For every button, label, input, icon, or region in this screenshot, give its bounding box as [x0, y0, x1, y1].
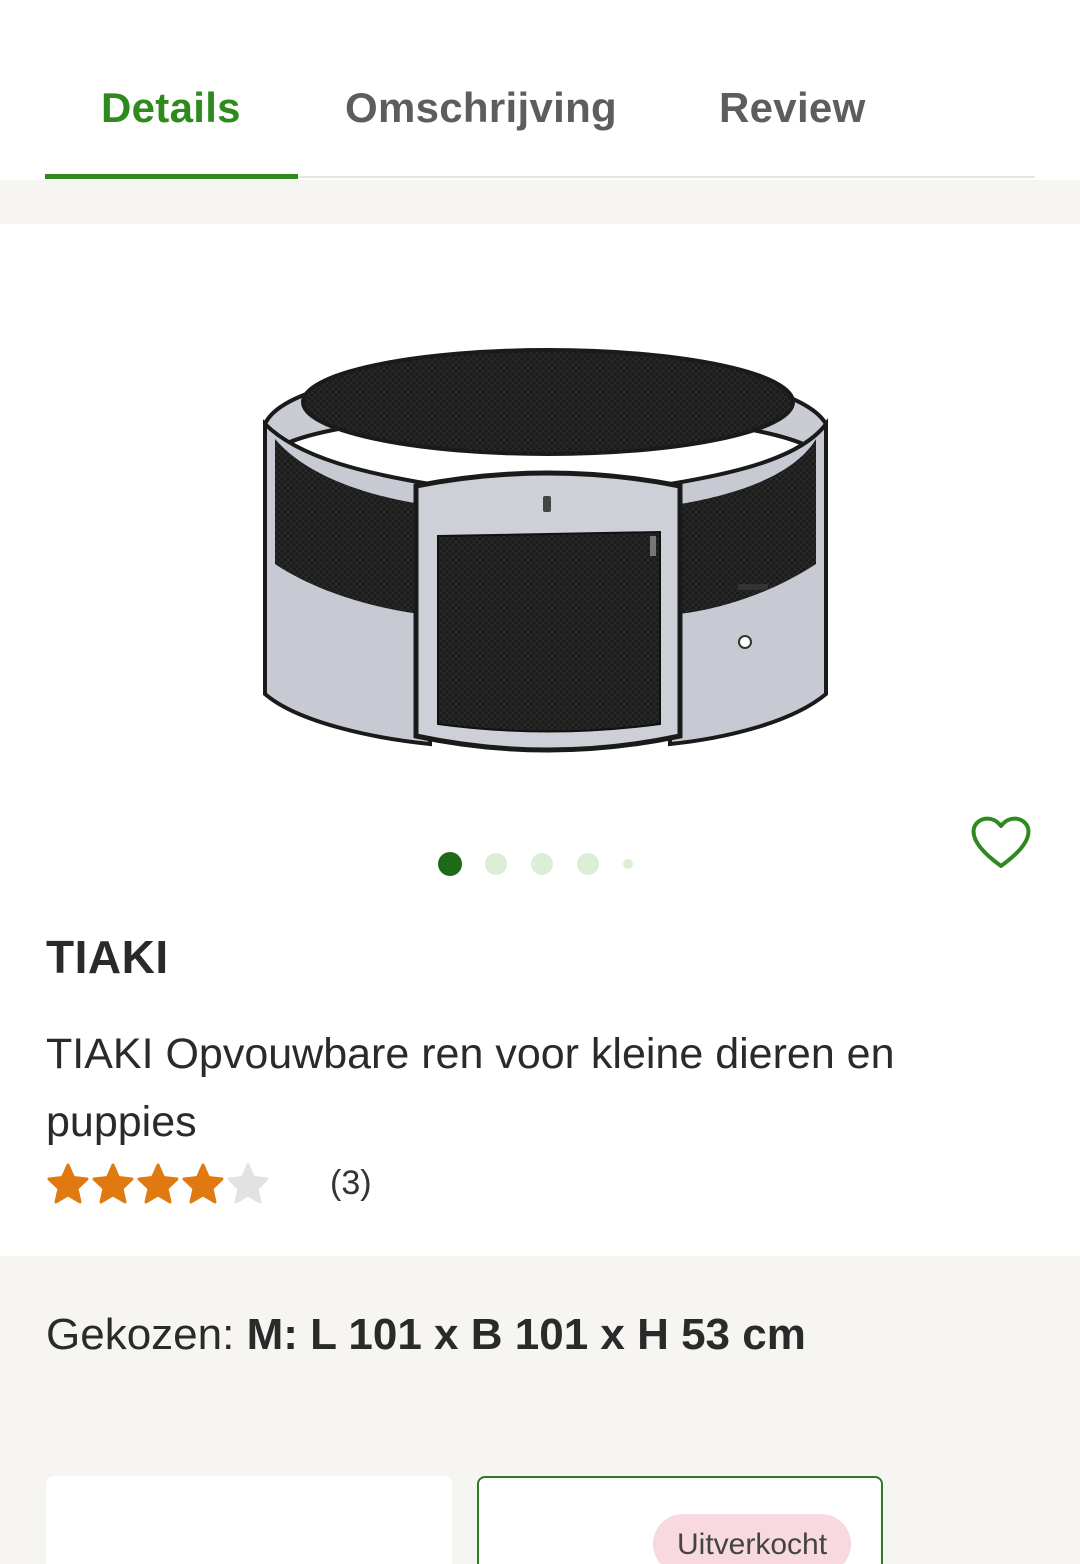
variant-option-selected[interactable]: Uitverkocht	[477, 1476, 883, 1564]
carousel-dot[interactable]	[577, 853, 599, 875]
star-icon	[227, 1163, 269, 1204]
star-icon	[92, 1163, 134, 1204]
tab-omschrijving[interactable]: Omschrijving	[345, 84, 617, 132]
tab-review[interactable]: Review	[719, 84, 866, 132]
playpen-image	[263, 348, 828, 753]
chosen-variant: Gekozen: M: L 101 x B 101 x H 53 cm	[46, 1310, 806, 1360]
star-icon	[182, 1163, 224, 1204]
section-divider	[0, 180, 1080, 224]
heart-icon	[971, 816, 1031, 868]
variant-option[interactable]	[46, 1476, 452, 1564]
active-tab-indicator	[45, 174, 298, 179]
favorite-button[interactable]	[968, 812, 1034, 872]
product-title: TIAKI Opvouwbare ren voor kleine dieren …	[46, 1030, 895, 1146]
soldout-badge: Uitverkocht	[653, 1514, 852, 1564]
tab-bar: Details Omschrijving Review	[45, 0, 1035, 179]
product-brand[interactable]: TIAKI	[46, 930, 169, 984]
product-image-carousel[interactable]	[0, 224, 1080, 824]
carousel-dot[interactable]	[623, 859, 633, 869]
carousel-dot[interactable]	[438, 852, 462, 876]
chosen-value: M: L 101 x B 101 x H 53 cm	[246, 1310, 806, 1359]
carousel-dot[interactable]	[485, 853, 507, 875]
star-icon	[47, 1163, 89, 1204]
tab-details[interactable]: Details	[101, 84, 241, 132]
star-icon	[137, 1163, 179, 1204]
carousel-dot[interactable]	[531, 853, 553, 875]
chosen-label: Gekozen:	[46, 1310, 235, 1359]
review-count[interactable]: (3)	[330, 1164, 372, 1203]
variant-section: Gekozen: M: L 101 x B 101 x H 53 cm Uitv…	[0, 1256, 1080, 1564]
